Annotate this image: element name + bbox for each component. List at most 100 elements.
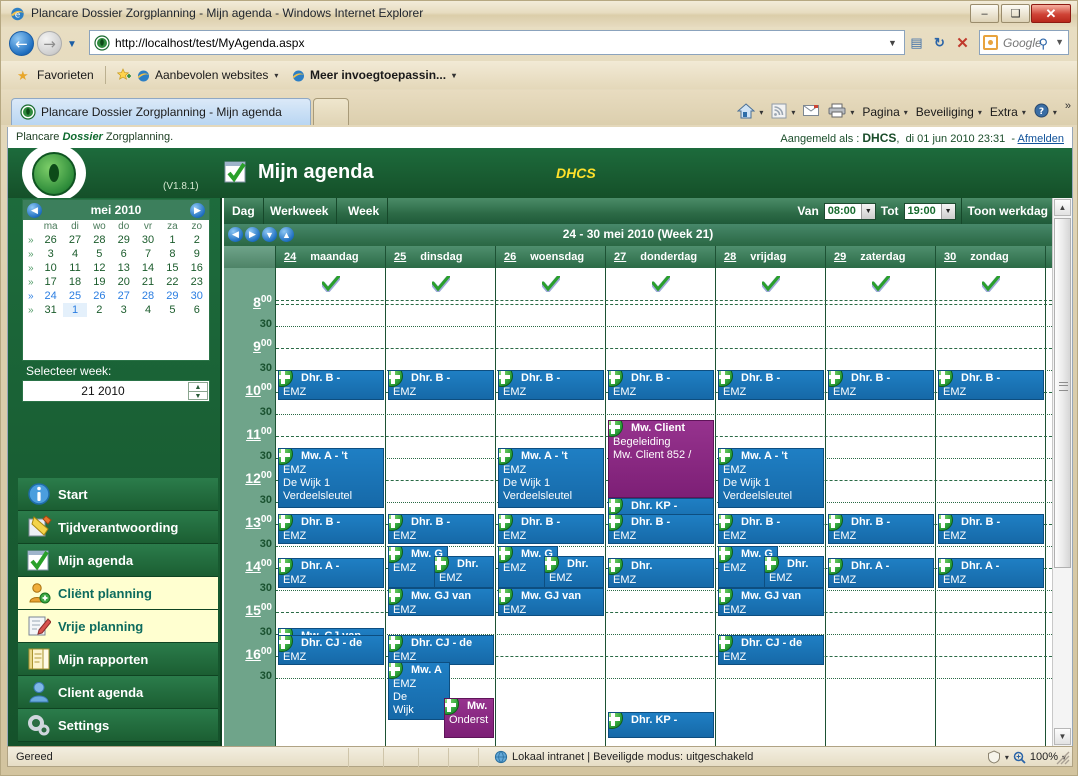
calendar-day-cell[interactable]: 4 xyxy=(136,303,160,317)
chevron-down-icon[interactable]: ▾ xyxy=(1005,753,1009,762)
calendar-day-cell[interactable]: 1 xyxy=(160,233,184,247)
add-appointment-icon[interactable] xyxy=(719,515,733,531)
add-appointment-icon[interactable] xyxy=(939,371,953,387)
appointment-block[interactable]: Mw. A - 't EMZ De Wijk 1 Verdeelsleutel xyxy=(718,448,824,508)
calendar-day-cell[interactable]: 25 xyxy=(63,289,87,303)
to-time-select[interactable]: 19:00 ▼ xyxy=(903,202,956,220)
scrollbar-thumb[interactable] xyxy=(1054,218,1071,568)
calendar-next-button[interactable]: ▶ xyxy=(190,203,205,218)
appointment-block[interactable]: Dhr. A - EMZ xyxy=(278,558,384,588)
recent-pages-dropdown[interactable]: ▼ xyxy=(65,37,79,51)
calendar-day-cell[interactable]: 27 xyxy=(112,289,136,303)
add-appointment-icon[interactable] xyxy=(609,371,623,387)
add-appointment-icon[interactable] xyxy=(609,713,623,729)
appointment-block[interactable]: Mw. A - 't EMZ De Wijk 1 Verdeelsleutel xyxy=(498,448,604,508)
calendar-day-cell[interactable]: 18 xyxy=(63,275,87,289)
sidebar-item-settings[interactable]: Settings xyxy=(18,709,218,742)
chevron-down-icon[interactable]: ▼ xyxy=(860,203,875,219)
add-appointment-icon[interactable] xyxy=(719,636,733,652)
calendar-day-cell[interactable]: 9 xyxy=(185,247,209,261)
calendar-day-cell[interactable]: 12 xyxy=(87,261,111,275)
select-week-input[interactable]: 21 2010 ▲ ▼ xyxy=(22,380,210,402)
appointment-block[interactable]: Mw. GJ van EMZ xyxy=(718,588,824,616)
calendar-day-cell[interactable]: 21 xyxy=(136,275,160,289)
appointment-block[interactable]: Dhr. EMZ xyxy=(608,558,714,588)
add-appointment-icon[interactable] xyxy=(389,636,403,652)
add-appointment-icon[interactable] xyxy=(389,371,403,387)
add-appointment-icon[interactable] xyxy=(499,449,513,465)
chevron-down-icon[interactable]: ▼ xyxy=(940,203,955,219)
appointment-block[interactable]: Mw. Onderst xyxy=(444,698,494,738)
calendar-day-cell[interactable]: 6 xyxy=(185,303,209,317)
calendar-day-cell[interactable]: 3 xyxy=(112,303,136,317)
compatibility-view-button[interactable]: ▤ xyxy=(905,30,928,55)
add-appointment-icon[interactable] xyxy=(435,557,449,573)
logout-link[interactable]: Afmelden xyxy=(1018,133,1064,145)
add-appointment-icon[interactable] xyxy=(389,663,403,679)
day-number[interactable]: 25 xyxy=(394,251,406,263)
feeds-button[interactable]: ▾ xyxy=(767,101,799,123)
add-appointment-icon[interactable] xyxy=(499,371,513,387)
calendar-week-select[interactable]: » xyxy=(23,233,39,247)
calendar-day-cell[interactable]: 28 xyxy=(87,233,111,247)
day-column-zondag[interactable] xyxy=(936,268,1046,746)
calendar-day-cell[interactable]: 31 xyxy=(39,303,63,317)
add-appointment-icon[interactable] xyxy=(609,421,623,437)
appointment-block[interactable]: Dhr. B - EMZ xyxy=(498,370,604,400)
pagina-menu[interactable]: Pagina ▾ xyxy=(858,101,911,123)
appointment-block[interactable]: Dhr. B - EMZ xyxy=(718,370,824,400)
sidebar-item-mijn-agenda[interactable]: Mijn agenda xyxy=(18,544,218,577)
more-addons-button[interactable]: Meer invoegtoepassin... ▾ xyxy=(291,66,456,84)
appointment-block[interactable]: Dhr. EMZ xyxy=(434,556,494,588)
calendar-day-cell[interactable]: 8 xyxy=(160,247,184,261)
calendar-day-cell[interactable]: 16 xyxy=(185,261,209,275)
appointment-block[interactable]: Dhr. B - EMZ xyxy=(828,514,934,544)
calendar-day-cell[interactable]: 28 xyxy=(136,289,160,303)
appointment-block[interactable]: Dhr. A - EMZ xyxy=(828,558,934,588)
show-workday-button[interactable]: Toon werkdag xyxy=(960,198,1048,224)
search-input[interactable]: Google ⚲ ▼ xyxy=(979,30,1069,55)
day-header-maandag[interactable]: 24 maandag xyxy=(276,246,386,268)
appointment-block[interactable]: Mw. A - 't EMZ De Wijk 1 Verdeelsleutel xyxy=(278,448,384,508)
command-overflow-button[interactable]: » xyxy=(1065,100,1071,112)
day-number[interactable]: 28 xyxy=(724,251,736,263)
appointment-block[interactable]: Dhr. B - EMZ xyxy=(498,514,604,544)
calendar-day-cell[interactable]: 29 xyxy=(160,289,184,303)
appointment-block[interactable]: Dhr. B - EMZ xyxy=(608,514,714,544)
view-tab-werkweek[interactable]: Werkweek xyxy=(262,198,338,224)
day-number[interactable]: 24 xyxy=(284,251,296,263)
add-appointment-icon[interactable] xyxy=(609,499,623,515)
sidebar-item-cli-nt-planning[interactable]: Cliënt planning xyxy=(18,577,218,610)
day-number[interactable]: 27 xyxy=(614,251,626,263)
add-appointment-icon[interactable] xyxy=(445,699,459,715)
scroll-down-button[interactable]: ▼ xyxy=(1054,728,1071,745)
beveiliging-menu[interactable]: Beveiliging ▾ xyxy=(912,101,986,123)
add-appointment-icon[interactable] xyxy=(279,515,293,531)
view-tab-dag[interactable]: Dag xyxy=(224,198,264,224)
add-appointment-icon[interactable] xyxy=(609,559,623,575)
calendar-day-cell[interactable]: 17 xyxy=(39,275,63,289)
appointment-block[interactable]: Mw. A EMZ De Wijk xyxy=(388,662,450,720)
from-time-select[interactable]: 08:00 ▼ xyxy=(823,202,876,220)
appointment-block[interactable]: Dhr. CJ - de EMZ xyxy=(718,635,824,665)
day-number[interactable]: 29 xyxy=(834,251,846,263)
day-column-zaterdag[interactable] xyxy=(826,268,936,746)
calendar-day-cell[interactable]: 29 xyxy=(112,233,136,247)
appointment-block[interactable]: Dhr. EMZ xyxy=(544,556,604,588)
appointment-block[interactable]: Dhr. B - EMZ xyxy=(388,370,494,400)
day-header-zaterdag[interactable]: 29 zaterdag xyxy=(826,246,936,268)
add-appointment-icon[interactable] xyxy=(939,515,953,531)
mail-button[interactable] xyxy=(799,101,824,123)
appointment-block[interactable]: Dhr. B - EMZ xyxy=(278,370,384,400)
security-zone[interactable]: Lokaal intranet | Beveiligde modus: uitg… xyxy=(494,750,753,764)
green-check-icon[interactable] xyxy=(870,274,892,294)
back-button[interactable]: ← xyxy=(9,31,34,56)
add-appointment-icon[interactable] xyxy=(719,371,733,387)
add-appointment-icon[interactable] xyxy=(719,449,733,465)
stepper-up-icon[interactable]: ▲ xyxy=(189,383,207,392)
calendar-day-cell[interactable]: 4 xyxy=(63,247,87,261)
favorites-button[interactable]: ★ Favorieten xyxy=(17,66,94,84)
add-appointment-icon[interactable] xyxy=(765,557,779,573)
appointment-block[interactable]: Mw. Client Begeleiding Mw. Client 852 / xyxy=(608,420,714,498)
day-header-woensdag[interactable]: 26 woensdag xyxy=(496,246,606,268)
